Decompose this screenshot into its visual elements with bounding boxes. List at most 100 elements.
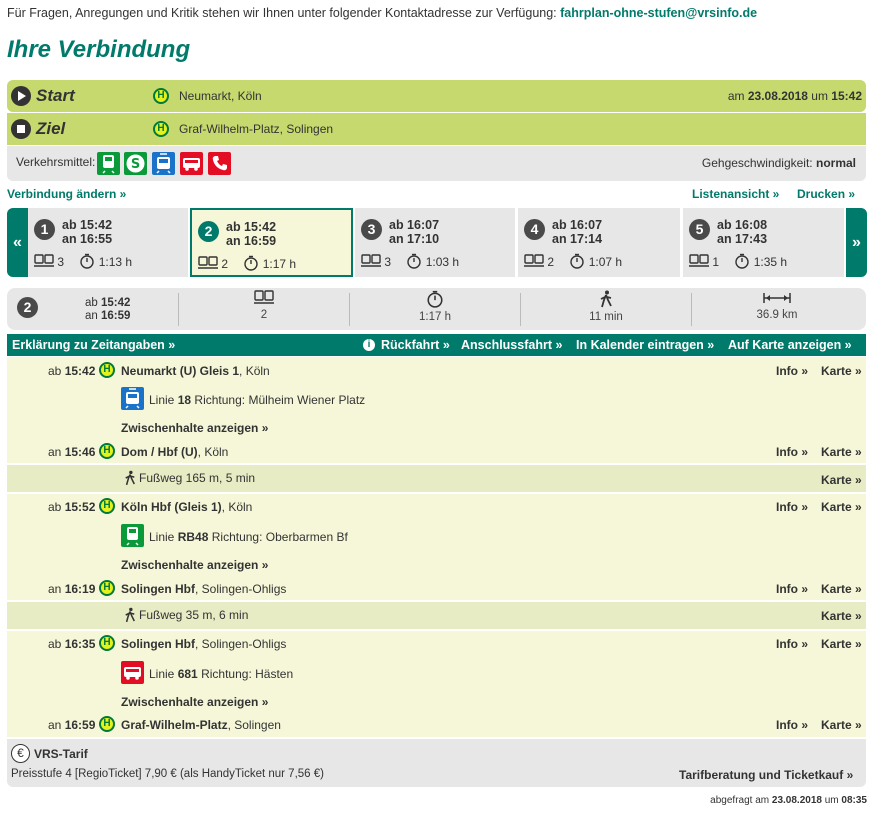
- next-button[interactable]: »: [846, 208, 867, 277]
- connection-card-2[interactable]: 2 ab 15:42 an 16:59 2 1:17 h: [190, 208, 353, 277]
- page-title: Ihre Verbindung: [7, 36, 191, 63]
- leg2-departure-time: ab 15:52: [48, 500, 96, 514]
- connection-number: 1: [34, 219, 55, 240]
- leg1-line: Linie 18 Richtung: Mülheim Wiener Platz: [149, 393, 366, 407]
- intermediate-stops-link[interactable]: Zwischenhalte anzeigen »: [121, 421, 268, 435]
- arrival: an 16:59: [226, 234, 277, 248]
- leg1-arrival-time: an 15:46: [48, 445, 96, 459]
- info-link[interactable]: Info »: [776, 637, 808, 651]
- start-datetime: am 23.08.2018 um 15:42: [727, 89, 862, 103]
- divider: [178, 293, 179, 326]
- leg3-departure-stop: Solingen Hbf, Solingen-Ohligs: [121, 637, 287, 651]
- tariff-link[interactable]: Tarifberatung und Ticketkauf »: [679, 768, 853, 782]
- summary-distance: 36.9 km: [692, 290, 862, 328]
- contact-text: Für Fragen, Anregungen und Kritik stehen…: [7, 6, 557, 20]
- sbahn-icon[interactable]: S: [124, 152, 147, 175]
- map-link[interactable]: Karte »: [821, 609, 862, 623]
- prev-button[interactable]: «: [7, 208, 28, 277]
- map-link[interactable]: Karte »: [821, 637, 862, 651]
- leg3-departure-time: ab 16:35: [48, 637, 96, 651]
- stopwatch-icon: [735, 253, 750, 269]
- list-view-link[interactable]: Listenansicht »: [692, 187, 779, 201]
- walk-icon: [125, 607, 135, 623]
- intermediate-stops-link[interactable]: Zwischenhalte anzeigen »: [121, 695, 268, 709]
- start-label: Start: [36, 86, 75, 105]
- start-row: Start H Neumarkt, Köln am 23.08.2018 um …: [7, 80, 866, 112]
- train-icon[interactable]: [97, 152, 120, 175]
- stop-h-icon: H: [99, 635, 115, 651]
- changes-icon: [34, 254, 54, 267]
- leg3-line: Linie 681 Richtung: Hästen: [149, 667, 294, 681]
- map-link[interactable]: Karte »: [821, 364, 862, 378]
- leg2-arrival-time: an 16:19: [48, 582, 96, 596]
- stopwatch-icon: [244, 255, 259, 271]
- stopwatch-icon: [80, 253, 95, 269]
- departure: ab 15:42: [62, 218, 113, 232]
- stop-h-icon: H: [99, 580, 115, 596]
- tariff-title: VRS-Tarif: [34, 747, 88, 761]
- changes-icon: [689, 254, 709, 267]
- start-stop: Neumarkt, Köln: [179, 89, 262, 103]
- connection-number: 3: [361, 219, 382, 240]
- card-footer: 3 1:13 h: [34, 253, 132, 269]
- transport-label: Verkehrsmittel:: [16, 155, 96, 169]
- tram-icon: [121, 387, 144, 410]
- departure: ab 16:07: [389, 218, 440, 232]
- map-link[interactable]: Karte »: [821, 445, 862, 459]
- leg3-arrival-stop: Graf-Wilhelm-Platz, Solingen: [121, 718, 281, 732]
- card-footer: 2 1:07 h: [524, 253, 622, 269]
- calendar-link[interactable]: In Kalender eintragen »: [576, 338, 714, 352]
- card-footer: 1 1:35 h: [689, 253, 787, 269]
- phone-icon[interactable]: [208, 152, 231, 175]
- changes-icon: [254, 290, 274, 304]
- info-link[interactable]: Info »: [776, 500, 808, 514]
- contact-email-link[interactable]: fahrplan-ohne-stufen@vrsinfo.de: [560, 6, 757, 20]
- stopwatch-icon: [407, 253, 422, 269]
- bus-icon[interactable]: [180, 152, 203, 175]
- connection-card-1[interactable]: 1 ab 15:42 an 16:55 3 1:13 h: [28, 208, 188, 277]
- play-icon: [11, 86, 31, 106]
- intermediate-stops-link[interactable]: Zwischenhalte anzeigen »: [121, 558, 268, 572]
- info-link[interactable]: Info »: [776, 718, 808, 732]
- map-link[interactable]: Karte »: [821, 500, 862, 514]
- stop-h-icon: H: [99, 443, 115, 459]
- stop-h-icon: H: [99, 716, 115, 732]
- bus-icon: [121, 661, 144, 684]
- change-connection-link[interactable]: Verbindung ändern »: [7, 187, 126, 201]
- changes-icon: [361, 254, 381, 267]
- return-trip-link[interactable]: Rückfahrt »: [381, 338, 450, 352]
- connection-card-3[interactable]: 3 ab 16:07 an 17:10 3 1:03 h: [355, 208, 515, 277]
- train-icon: [121, 524, 144, 547]
- connection-trip-link[interactable]: Anschlussfahrt »: [461, 338, 562, 352]
- info-link[interactable]: Info »: [776, 582, 808, 596]
- summary-number: 2: [17, 297, 38, 318]
- connection-card-5[interactable]: 5 ab 16:08 an 17:43 1 1:35 h: [683, 208, 844, 277]
- leg1-arrival-stop: Dom / Hbf (U), Köln: [121, 445, 229, 459]
- info-link[interactable]: Info »: [776, 364, 808, 378]
- walk2-text: Fußweg 35 m, 6 min: [139, 608, 249, 622]
- changes-icon: [524, 254, 544, 267]
- map-link[interactable]: Karte »: [821, 582, 862, 596]
- departure: ab 16:08: [717, 218, 768, 232]
- explain-link[interactable]: Erklärung zu Zeitangaben »: [12, 338, 175, 352]
- map-link[interactable]: Karte »: [821, 473, 862, 487]
- arrival: an 16:55: [62, 232, 113, 246]
- tram-icon[interactable]: [152, 152, 175, 175]
- walk1-text: Fußweg 165 m, 5 min: [139, 471, 256, 485]
- connection-card-4[interactable]: 4 ab 16:07 an 17:14 2 1:07 h: [518, 208, 680, 277]
- print-link[interactable]: Drucken »: [797, 187, 855, 201]
- map-link[interactable]: Auf Karte anzeigen »: [728, 338, 852, 352]
- stopwatch-icon: [427, 290, 443, 308]
- map-link[interactable]: Karte »: [821, 718, 862, 732]
- leg1-departure-time: ab 15:42: [48, 364, 96, 378]
- walk-icon: [600, 290, 612, 308]
- summary-walk: 11 min: [521, 290, 691, 328]
- connection-number: 2: [198, 221, 219, 242]
- info-link[interactable]: Info »: [776, 445, 808, 459]
- query-timestamp: abgefragt am 23.08.2018 um 08:35: [710, 795, 867, 806]
- detail-toolbar: Erklärung zu Zeitangaben » i Rückfahrt »…: [7, 334, 866, 356]
- walk-icon: [125, 470, 135, 486]
- leg3-arrival-time: an 16:59: [48, 718, 96, 732]
- arrival: an 17:10: [389, 232, 440, 246]
- card-footer: 2 1:17 h: [198, 255, 296, 271]
